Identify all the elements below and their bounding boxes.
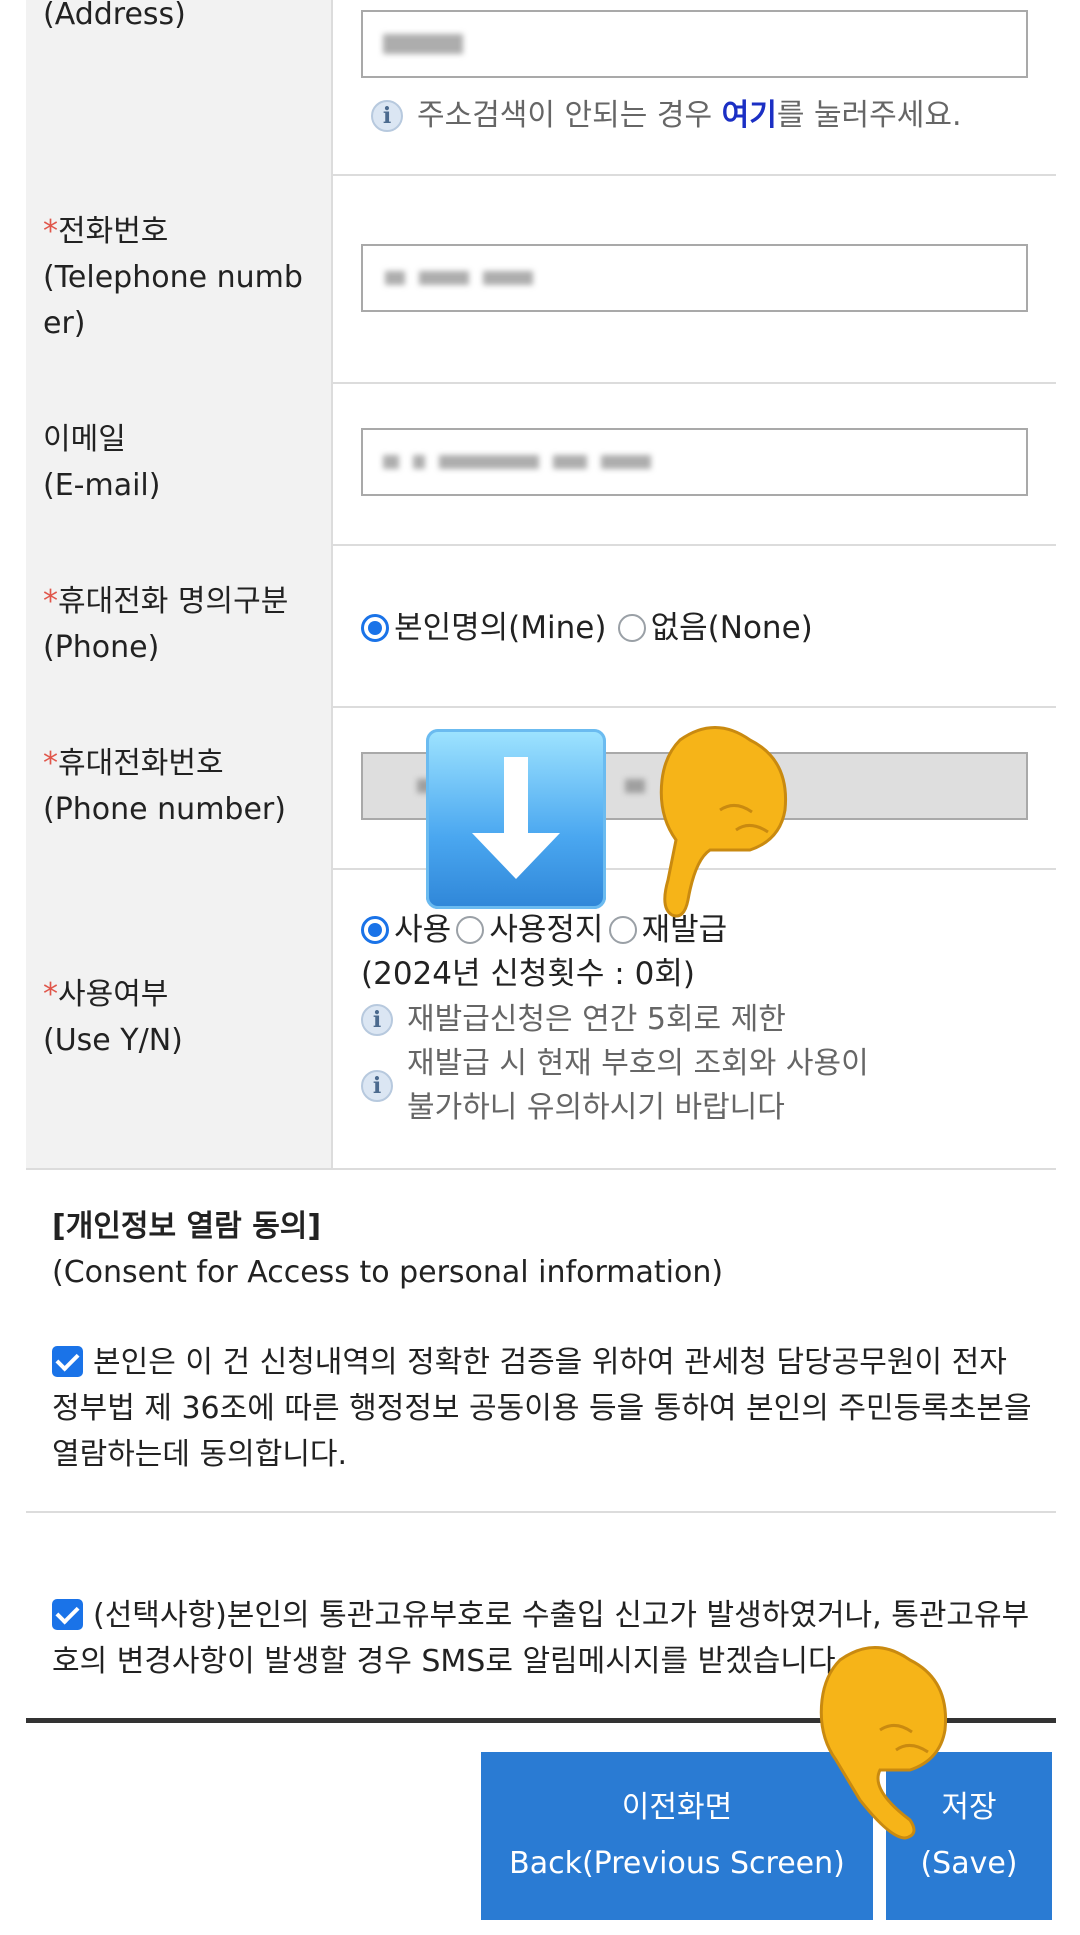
required-mark: * [43, 584, 58, 619]
pointing-down-hand-icon [640, 720, 790, 920]
save-button-label-en: (Save) [920, 1846, 1018, 1881]
use-label-en: (Use Y/N) [43, 1023, 183, 1058]
phone-owner-row: *휴대전화 명의구분 (Phone) 본인명의(Mine) 없음(None) [26, 544, 1056, 708]
radio-mine[interactable] [361, 614, 389, 642]
info-icon: i [361, 1004, 393, 1036]
phone-number-label-ko: 휴대전화번호 [58, 746, 224, 781]
email-label-ko: 이메일 [43, 422, 126, 457]
email-label: 이메일 (E-mail) [26, 382, 333, 544]
radio-none-label[interactable]: 없음(None) [651, 610, 813, 646]
consent-title: [개인정보 열람 동의] [52, 1209, 322, 1244]
radio-use-label[interactable]: 사용 [394, 912, 451, 948]
required-mark: * [43, 214, 58, 249]
consent-checkbox-1[interactable] [52, 1346, 83, 1377]
telephone-label: *전화번호 (Telephone numb er) [26, 174, 333, 382]
phone-owner-label-en: (Phone) [43, 630, 160, 665]
email-label-en: (E-mail) [43, 468, 161, 503]
phone-number-label-en: (Phone number) [43, 792, 286, 827]
email-row: 이메일 (E-mail) [26, 382, 1056, 546]
back-button-label-ko: 이전화면 [621, 1790, 733, 1825]
address-label-en: (Address) [43, 0, 186, 32]
address-row: (Address) i 주소검색이 안되는 경우 여기를 눌러주세요. [26, 0, 1056, 176]
consent-checkbox-2[interactable] [52, 1599, 83, 1630]
address-info: i 주소검색이 안되는 경우 여기를 눌러주세요. [371, 94, 962, 138]
reissue-warning-line1: 재발급 시 현재 부호의 조회와 사용이 [407, 1046, 869, 1081]
radio-none[interactable] [617, 614, 646, 642]
address-input[interactable] [361, 10, 1028, 78]
phone-owner-value-cell: 본인명의(Mine) 없음(None) [333, 544, 1056, 706]
phone-number-label: *휴대전화번호 (Phone number) [26, 706, 333, 868]
address-info-suffix: 를 눌러주세요. [776, 98, 962, 133]
use-label-ko: 사용여부 [58, 977, 169, 1012]
back-button-label-en: Back(Previous Screen) [509, 1846, 845, 1881]
reissue-limit-info: i 재발급신청은 연간 5회로 제한 [361, 998, 786, 1042]
reissue-warning-line2: 불가하니 유의하시기 바랍니다 [407, 1090, 785, 1125]
required-mark: * [43, 977, 58, 1012]
radio-suspend[interactable] [456, 916, 485, 944]
pointing-down-hand-icon [800, 1640, 950, 1840]
telephone-input[interactable] [361, 244, 1028, 312]
telephone-label-en-2: er) [43, 306, 86, 341]
use-row: *사용여부 (Use Y/N) 사용 사용정지 재발급 (2024년 신청횟수 … [26, 868, 1056, 1170]
reissue-warning-info: i 재발급 시 현재 부호의 조회와 사용이 불가하니 유의하시기 바랍니다 [361, 1042, 869, 1130]
consent-item-1: 본인은 이 건 신청내역의 정확한 검증을 위하여 관세청 담당공무원이 전자정… [52, 1340, 1032, 1478]
address-value-cell: i 주소검색이 안되는 경우 여기를 눌러주세요. [333, 0, 1056, 174]
info-icon: i [361, 1070, 393, 1102]
email-value-cell [333, 382, 1056, 544]
radio-suspend-label[interactable]: 사용정지 [489, 912, 603, 948]
email-input[interactable] [361, 428, 1028, 496]
telephone-label-en-1: (Telephone numb [43, 260, 303, 295]
info-icon: i [371, 100, 403, 132]
address-info-text: 주소검색이 안되는 경우 [417, 98, 722, 133]
telephone-row: *전화번호 (Telephone numb er) [26, 174, 1056, 384]
use-label: *사용여부 (Use Y/N) [26, 868, 333, 1168]
address-search-link[interactable]: 여기 [722, 98, 777, 133]
consent-subtitle: (Consent for Access to personal informat… [52, 1255, 724, 1290]
radio-mine-label[interactable]: 본인명의(Mine) [394, 610, 606, 646]
reissue-count: (2024년 신청횟수 : 0회) [361, 956, 695, 992]
reissue-limit-text: 재발급신청은 연간 5회로 제한 [407, 1002, 786, 1037]
phone-owner-label-ko: 휴대전화 명의구분 [58, 584, 289, 619]
consent-item-1-text: 본인은 이 건 신청내역의 정확한 검증을 위하여 관세청 담당공무원이 전자정… [52, 1345, 1032, 1472]
radio-use[interactable] [361, 916, 389, 944]
down-arrow-icon [426, 729, 606, 909]
radio-reissue[interactable] [608, 916, 637, 944]
telephone-label-ko: 전화번호 [58, 214, 169, 249]
required-mark: * [43, 746, 58, 781]
telephone-value-cell [333, 174, 1056, 382]
divider [26, 1511, 1056, 1513]
address-label: (Address) [26, 0, 333, 174]
phone-owner-label: *휴대전화 명의구분 (Phone) [26, 544, 333, 706]
